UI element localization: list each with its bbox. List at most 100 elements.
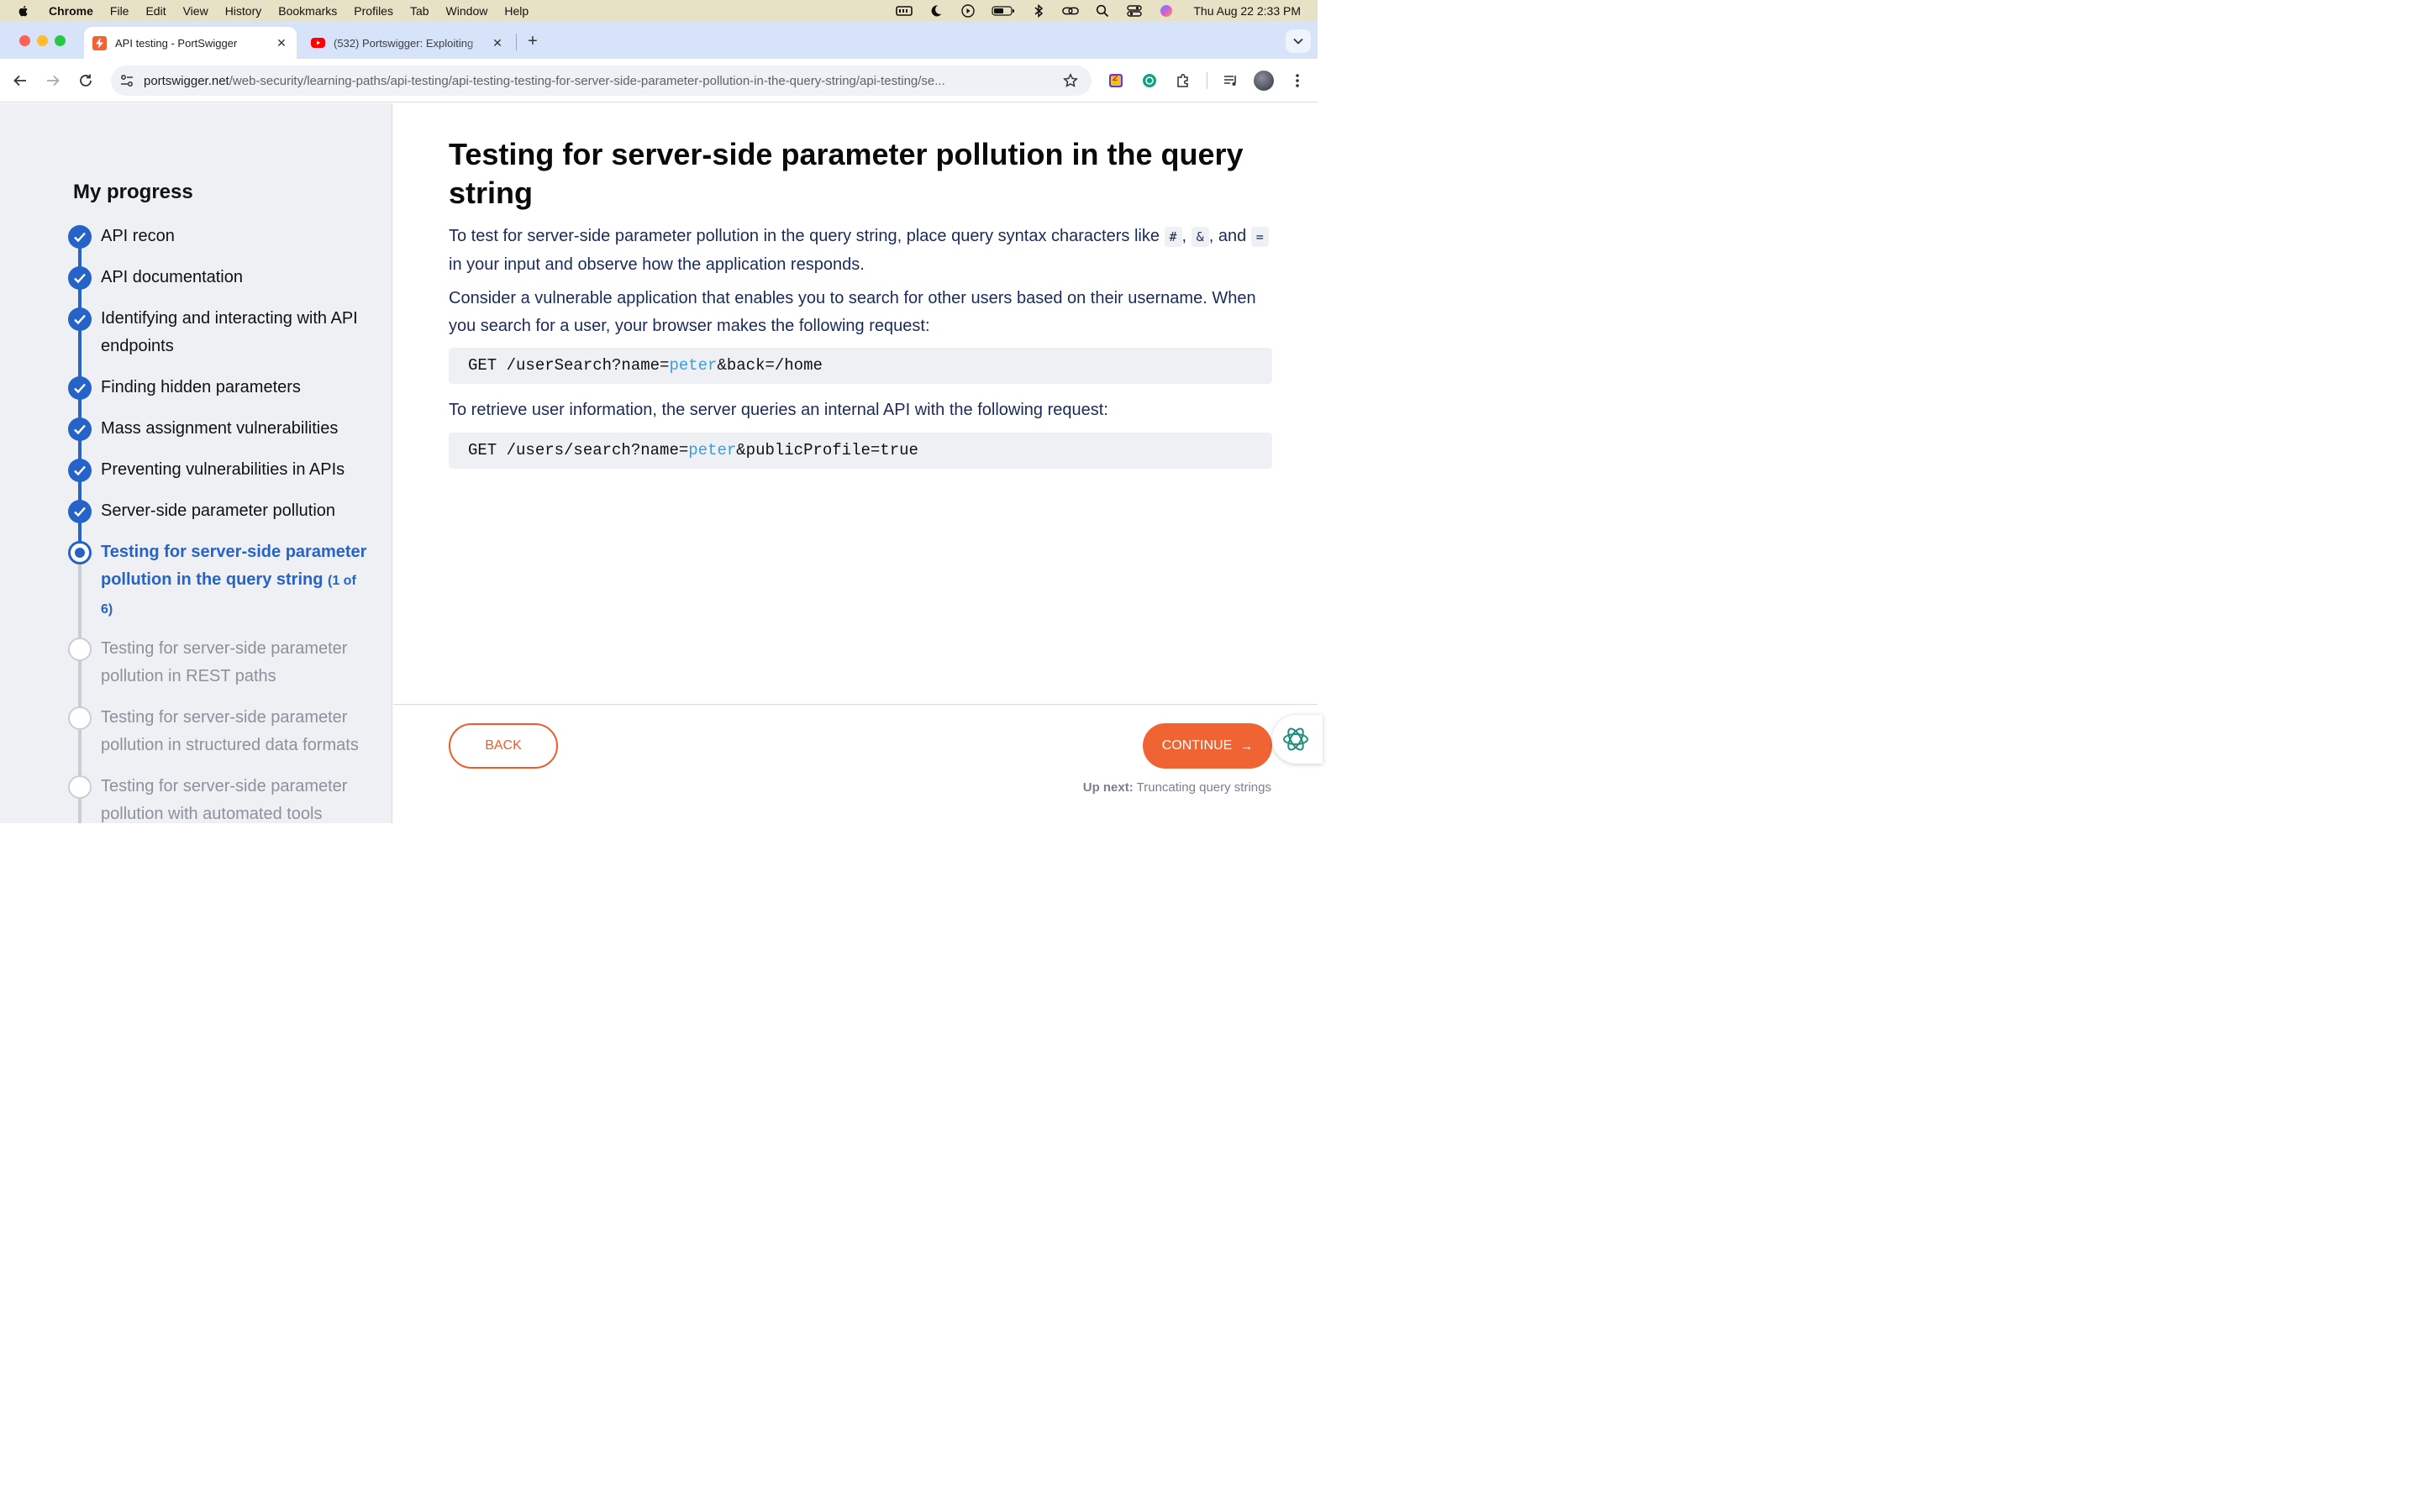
menu-app-name[interactable]: Chrome	[49, 4, 93, 18]
code-block-user-search[interactable]: GET /userSearch?name=peter&back=/home	[449, 348, 1272, 384]
menu-file[interactable]: File	[110, 4, 129, 18]
spotlight-icon[interactable]	[1094, 4, 1111, 18]
extension-badge-button[interactable]: 2	[1106, 71, 1126, 91]
menu-edit[interactable]: Edit	[145, 4, 166, 18]
portswigger-icon	[92, 35, 107, 50]
arrow-left-icon	[13, 75, 26, 87]
code-highlight: peter	[688, 441, 737, 459]
openai-knot-icon	[1283, 727, 1308, 751]
extension-badge-count: 2	[1113, 73, 1118, 83]
menu-bookmarks[interactable]: Bookmarks	[278, 4, 337, 18]
macos-menubar: Chrome File Edit View History Bookmarks …	[0, 0, 1318, 21]
menubar-clock[interactable]: Thu Aug 22 2:33 PM	[1193, 4, 1301, 18]
sidebar-item-label: Mass assignment vulnerabilities	[101, 419, 339, 438]
para-text: To test for server-side parameter pollut…	[449, 227, 1165, 245]
battery-icon[interactable]	[992, 4, 1015, 18]
youtube-icon	[311, 38, 325, 48]
continue-button[interactable]: CONTINUE →	[1143, 723, 1272, 769]
sidebar-current-label: Testing for server-side parameter pollut…	[101, 543, 367, 589]
para-text: , and	[1208, 227, 1251, 245]
code-block-internal-api[interactable]: GET /users/search?name=peter&publicProfi…	[449, 433, 1272, 469]
kebab-menu-icon	[1296, 74, 1299, 87]
up-next[interactable]: Up next: Truncating query strings	[1083, 780, 1271, 795]
play-icon[interactable]	[960, 3, 976, 18]
empty-circle-icon	[68, 638, 92, 661]
tab-title: (532) Portswigger: Exploiting	[334, 36, 474, 50]
siri-icon[interactable]	[1158, 4, 1175, 18]
menu-tab[interactable]: Tab	[410, 4, 429, 18]
current-step-icon	[68, 541, 92, 564]
sidebar-item-label: Preventing vulnerabilities in APIs	[101, 460, 345, 479]
sidebar-item-label: Testing for server-side parameter pollut…	[101, 777, 348, 823]
bookmark-star-icon[interactable]	[1063, 73, 1078, 88]
new-tab-button[interactable]: +	[523, 31, 543, 51]
browser-toolbar: portswigger.net/web-security/learning-pa…	[0, 59, 1318, 102]
media-queue-icon	[1224, 76, 1236, 86]
inline-code-hash: #	[1164, 227, 1182, 247]
sidebar-item-label: Identifying and interacting with API end…	[101, 309, 358, 355]
chevron-down-icon	[1293, 38, 1303, 45]
reload-button[interactable]	[76, 71, 96, 91]
lesson-content: Testing for server-side parameter pollut…	[393, 103, 1318, 704]
tab-close-icon[interactable]: ✕	[273, 34, 290, 51]
example-paragraph: Consider a vulnerable application that e…	[449, 289, 1256, 335]
arrow-right-icon: →	[1240, 738, 1254, 753]
sidebar-item-label: Testing for server-side parameter pollut…	[101, 639, 348, 685]
chatgpt-icon	[1143, 74, 1156, 87]
chrome-menu-button[interactable]	[1287, 71, 1307, 91]
lesson-footer: BACK CONTINUE → Up next: Truncating quer…	[393, 704, 1318, 823]
check-icon	[68, 225, 92, 249]
code-text: GET /userSearch?name=	[468, 356, 670, 375]
tab-search-button[interactable]	[1286, 29, 1311, 53]
link-icon[interactable]	[1062, 4, 1080, 18]
chatgpt-extension-button[interactable]	[1139, 71, 1160, 91]
control-center-icon[interactable]	[1126, 4, 1143, 18]
tab-api-testing[interactable]: API testing - PortSwigger ✕	[84, 27, 297, 59]
inline-code-equals: =	[1250, 227, 1269, 247]
menu-history[interactable]: History	[225, 4, 262, 18]
para-text: ,	[1181, 227, 1192, 245]
sidebar-item-label: Testing for server-side parameter pollut…	[101, 538, 370, 623]
tab-youtube[interactable]: (532) Portswigger: Exploiting ✕	[302, 27, 513, 59]
url-text[interactable]: portswigger.net/web-security/learning-pa…	[144, 74, 1048, 88]
check-icon	[68, 376, 92, 400]
media-controls-button[interactable]	[1221, 71, 1241, 91]
check-icon	[68, 307, 92, 331]
inline-code-ampersand: &	[1191, 227, 1209, 247]
check-icon	[68, 266, 92, 290]
menu-window[interactable]: Window	[446, 4, 488, 18]
window-minimize-button[interactable]	[37, 35, 48, 46]
sidebar-item-label: Server-side parameter pollution	[101, 501, 336, 520]
progress-sidebar: My progress API recon API documentation …	[0, 103, 392, 823]
url-host: portswigger.net	[144, 73, 229, 88]
forward-nav-button[interactable]	[43, 71, 63, 91]
back-button[interactable]: BACK	[449, 723, 558, 769]
tab-close-icon[interactable]: ✕	[489, 34, 506, 51]
memory-icon[interactable]	[896, 4, 913, 18]
back-nav-button[interactable]	[10, 71, 30, 91]
sidebar-item-label: Testing for server-side parameter pollut…	[101, 708, 359, 754]
up-next-label: Up next:	[1082, 780, 1134, 795]
check-icon	[68, 459, 92, 482]
bluetooth-icon[interactable]	[1030, 3, 1047, 18]
menu-view[interactable]: View	[183, 4, 208, 18]
menu-profiles[interactable]: Profiles	[354, 4, 393, 18]
moon-icon[interactable]	[928, 4, 944, 18]
window-zoom-button[interactable]	[55, 35, 66, 46]
code-highlight: peter	[669, 356, 718, 375]
window-close-button[interactable]	[19, 35, 30, 46]
ai-assistant-button[interactable]	[1272, 715, 1323, 764]
menu-help[interactable]: Help	[504, 4, 529, 18]
continue-label: CONTINUE	[1161, 738, 1233, 753]
site-info-icon[interactable]	[119, 73, 134, 88]
sidebar-item-label: API documentation	[101, 268, 243, 286]
profile-avatar-button[interactable]	[1254, 71, 1274, 91]
extensions-puzzle-button[interactable]	[1173, 71, 1193, 91]
puzzle-icon	[1177, 73, 1188, 87]
empty-circle-icon	[68, 775, 92, 799]
address-bar[interactable]: portswigger.net/web-security/learning-pa…	[111, 66, 1092, 96]
intro-paragraph: To test for server-side parameter pollut…	[449, 223, 1281, 279]
apple-logo-icon[interactable]	[17, 4, 30, 18]
para-text: in your input and observe how the applic…	[449, 255, 865, 274]
tab-title: API testing - PortSwigger	[115, 36, 238, 50]
